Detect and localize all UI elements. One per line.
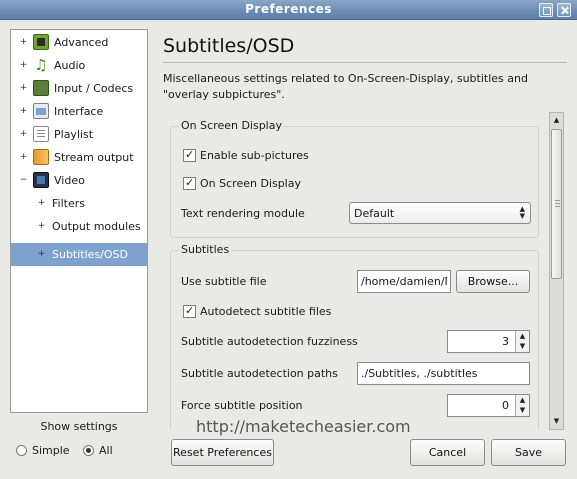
expand-icon[interactable]: + [37,250,46,259]
tree-item-label: Playlist [54,128,94,141]
window-title: Preferences [245,2,332,16]
all-radio[interactable] [83,445,94,456]
expand-icon[interactable]: + [37,222,46,231]
tree-item-label: Input / Codecs [54,82,134,95]
show-settings-group: Show settings Simple All [10,418,148,468]
category-tree[interactable]: + Advanced + ♫ Audio + Input / Codecs + … [10,29,148,413]
tree-item-audio[interactable]: + ♫ Audio [11,54,147,77]
fuzziness-value: 3 [502,335,509,348]
expand-icon[interactable]: + [19,84,28,93]
expand-icon[interactable]: + [37,199,46,208]
page-title: Subtitles/OSD [163,35,295,57]
tree-item-label: Filters [52,197,85,210]
tree-item-label: Output modules [52,220,141,233]
grip-line [555,203,560,204]
tree-item-label: Interface [54,105,104,118]
enable-subpictures-checkbox[interactable] [183,148,196,162]
osd-group-title: On Screen Display [179,119,284,132]
vertical-scrollbar[interactable]: ▲ ▼ [549,112,564,430]
stream-output-icon [33,149,49,165]
use-subtitle-file-label: Use subtitle file [181,275,267,288]
tree-item-stream-output[interactable]: + Stream output [11,146,147,169]
title-bar: Preferences [0,0,577,20]
tree-item-label: Video [54,174,85,187]
advanced-icon [33,34,49,50]
expand-icon[interactable]: + [19,38,28,47]
tree-item-filters[interactable]: + Filters [11,192,147,215]
subtitles-group-title: Subtitles [179,243,232,256]
grip-line [555,206,560,207]
updown-arrows-icon: ▲ ▼ [519,205,525,220]
simple-radio[interactable] [16,445,27,456]
enable-subpictures-label[interactable]: Enable sub-pictures [200,149,309,162]
force-position-spinbox[interactable]: 0 ▲ ▼ [447,394,530,417]
cancel-button[interactable]: Cancel [410,439,485,466]
panel-description: Miscellaneous settings related to On-Scr… [163,72,528,101]
force-position-label: Force subtitle position [181,399,303,412]
autodetection-paths-field[interactable] [358,363,529,384]
autodetect-checkbox[interactable] [183,304,196,318]
tree-item-video[interactable]: − Video [11,169,147,192]
watermark-text: http://maketecheasier.com [196,417,411,436]
fuzziness-label: Subtitle autodetection fuzziness [181,335,358,348]
tree-item-label: Audio [54,59,86,72]
subtitle-file-field[interactable] [358,271,450,292]
spin-arrows-icon[interactable]: ▲ ▼ [515,395,529,416]
scroll-up-icon[interactable]: ▲ [550,113,563,128]
tree-item-advanced[interactable]: + Advanced [11,31,147,54]
scrollbar-thumb[interactable] [551,129,562,279]
all-label[interactable]: All [99,444,113,457]
fuzziness-spinbox[interactable]: 3 ▲ ▼ [447,330,530,353]
tree-item-label: Stream output [54,151,134,164]
autodetection-paths-input[interactable] [357,362,530,385]
autodetection-paths-label: Subtitle autodetection paths [181,367,338,380]
maximize-button[interactable] [539,3,553,17]
playlist-icon [33,126,49,142]
osd-checkbox[interactable] [183,176,196,190]
title-divider [163,62,567,63]
scroll-down-icon[interactable]: ▼ [550,414,563,429]
expand-icon[interactable]: + [19,153,28,162]
interface-icon [33,103,49,119]
tree-item-input-codecs[interactable]: + Input / Codecs [11,77,147,100]
expand-icon[interactable]: + [19,107,28,116]
force-position-value: 0 [502,399,509,412]
settings-scroll-area: On Screen Display Enable sub-pictures On… [165,112,566,430]
audio-icon: ♫ [34,56,48,74]
expand-icon[interactable]: + [19,61,28,70]
autodetect-label[interactable]: Autodetect subtitle files [200,305,331,318]
show-settings-header: Show settings [40,420,118,433]
tree-item-output-modules[interactable]: + Output modules [11,215,147,238]
text-rendering-select[interactable]: Default ▲ ▼ [349,202,531,224]
osd-label[interactable]: On Screen Display [200,177,301,190]
subtitle-file-input[interactable] [357,270,451,293]
browse-button[interactable]: Browse... [456,270,530,293]
simple-label[interactable]: Simple [32,444,70,457]
tree-item-playlist[interactable]: + Playlist [11,123,147,146]
text-rendering-value: Default [354,207,395,220]
text-rendering-label: Text rendering module [181,207,305,220]
codecs-icon [33,80,49,96]
save-button[interactable]: Save [491,439,566,466]
tree-item-label: Advanced [54,36,109,49]
spin-arrows-icon[interactable]: ▲ ▼ [515,331,529,352]
reset-preferences-button[interactable]: Reset Preferences [171,439,274,466]
close-button[interactable] [557,3,571,17]
video-icon [33,172,49,188]
collapse-icon[interactable]: − [19,176,28,185]
tree-item-interface[interactable]: + Interface [11,100,147,123]
expand-icon[interactable]: + [19,130,28,139]
tree-item-label: Subtitles/OSD [52,248,128,261]
tree-item-subtitles-osd[interactable]: + Subtitles/OSD [11,243,147,266]
grip-line [555,200,560,201]
